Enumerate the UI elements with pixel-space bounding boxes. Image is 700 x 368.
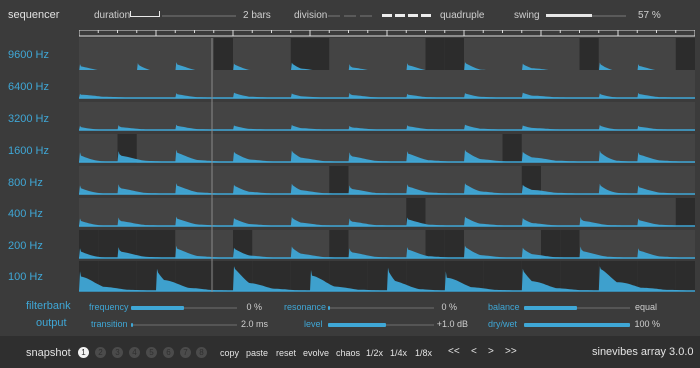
frequency-slider-fill [131, 306, 184, 310]
balance-slider-fill [524, 306, 577, 310]
balance-label: balance [488, 302, 520, 312]
muted-step [136, 230, 156, 259]
evolve-button[interactable]: evolve [303, 348, 329, 358]
muted-step [675, 261, 695, 292]
muted-step [560, 230, 580, 259]
next-step-button[interactable]: > [488, 346, 494, 357]
muted-step [425, 230, 445, 259]
band-label-1600: 1600 Hz [8, 145, 49, 157]
drywet-value: 100 % [634, 319, 660, 329]
duration-label: duration [94, 10, 131, 21]
muted-step [502, 134, 522, 163]
division-selector[interactable] [328, 15, 378, 17]
balance-value: equal [634, 302, 657, 312]
step-grid[interactable] [79, 30, 695, 292]
resonance-slider-fill [328, 306, 330, 310]
muted-step [637, 261, 657, 292]
muted-step [194, 261, 214, 292]
snapshot-8-button[interactable]: 8 [196, 347, 207, 358]
muted-step [310, 38, 330, 73]
division-value: quadruple [440, 10, 485, 21]
muted-step [444, 38, 464, 73]
band-label-800: 800 Hz [8, 177, 43, 189]
muted-step [98, 230, 118, 259]
band-label-6400: 6400 Hz [8, 81, 49, 93]
muted-step [502, 261, 522, 292]
snapshot-7-button[interactable]: 7 [180, 347, 191, 358]
band-label-400: 400 Hz [8, 208, 43, 220]
muted-step [425, 261, 445, 292]
frequency-label: frequency [89, 302, 129, 312]
muted-step [579, 261, 599, 292]
copy-button[interactable]: copy [220, 348, 239, 358]
level-slider-fill [328, 323, 386, 327]
snapshot-label: snapshot [26, 347, 71, 359]
snapshot-6-button[interactable]: 6 [163, 347, 174, 358]
speed-quarter-button[interactable]: 1/4x [390, 348, 407, 358]
paste-button[interactable]: paste [246, 348, 268, 358]
speed-eighth-button[interactable]: 1/8x [415, 348, 432, 358]
muted-step [213, 38, 233, 73]
reset-button[interactable]: reset [276, 348, 296, 358]
muted-step [136, 261, 156, 292]
snapshot-4-button[interactable]: 4 [129, 347, 140, 358]
muted-step [425, 38, 445, 73]
drywet-label: dry/wet [488, 319, 518, 329]
speed-half-button[interactable]: 1/2x [366, 348, 383, 358]
resonance-value: 0 % [441, 302, 457, 312]
swing-label: swing [514, 10, 540, 21]
band-label-3200: 3200 Hz [8, 113, 49, 125]
muted-step [483, 261, 503, 292]
product-name: sinevibes array 3.0.0 [592, 346, 694, 358]
first-step-button[interactable]: << [448, 346, 460, 357]
muted-step [156, 230, 176, 259]
muted-step [329, 166, 349, 195]
band-label-9600: 9600 Hz [8, 49, 49, 61]
chaos-button[interactable]: chaos [336, 348, 360, 358]
duration-value: 2 bars [243, 10, 271, 21]
bottom-bar: snapshot 1 2 3 4 5 6 7 8 copy paste rese… [0, 336, 700, 368]
muted-step [675, 198, 695, 227]
frequency-value: 0 % [246, 302, 262, 312]
muted-step [656, 261, 676, 292]
band-lane [79, 198, 695, 227]
muted-step [579, 38, 599, 73]
level-label: level [304, 319, 323, 329]
level-value: +1.0 dB [436, 319, 468, 329]
muted-step [444, 230, 464, 259]
muted-step [348, 261, 368, 292]
muted-step [329, 230, 349, 259]
muted-step [290, 261, 310, 292]
band-label-100: 100 Hz [8, 271, 43, 283]
muted-step [367, 261, 387, 292]
muted-step [271, 261, 291, 292]
duration-slider[interactable] [162, 15, 236, 17]
output-title: output [36, 317, 67, 329]
muted-step [117, 261, 137, 292]
muted-step [213, 261, 233, 292]
resonance-label: resonance [284, 302, 327, 312]
band-label-200: 200 Hz [8, 240, 43, 252]
previous-step-button[interactable]: < [471, 346, 477, 357]
sequencer-title: sequencer [8, 9, 60, 21]
muted-step [560, 261, 580, 292]
duration-bracket-icon [130, 11, 160, 17]
snapshot-5-button[interactable]: 5 [146, 347, 157, 358]
transition-slider-fill [131, 323, 133, 327]
division-quadruple-indicator[interactable] [382, 14, 434, 17]
muted-step [675, 38, 695, 73]
filterbank-title: filterbank [26, 300, 71, 312]
last-step-button[interactable]: >> [505, 346, 517, 357]
transition-value: 2.0 ms [240, 319, 268, 329]
swing-value: 57 % [638, 10, 661, 21]
band-lane [79, 70, 695, 99]
muted-step [541, 230, 561, 259]
snapshot-3-button[interactable]: 3 [112, 347, 123, 358]
transition-label: transition [91, 319, 128, 329]
sequencer-header: sequencer duration 2 bars division quadr… [0, 0, 700, 30]
division-label: division [294, 10, 328, 21]
snapshot-1-button[interactable]: 1 [78, 347, 89, 358]
snapshot-2-button[interactable]: 2 [95, 347, 106, 358]
swing-slider-fill [546, 14, 592, 17]
